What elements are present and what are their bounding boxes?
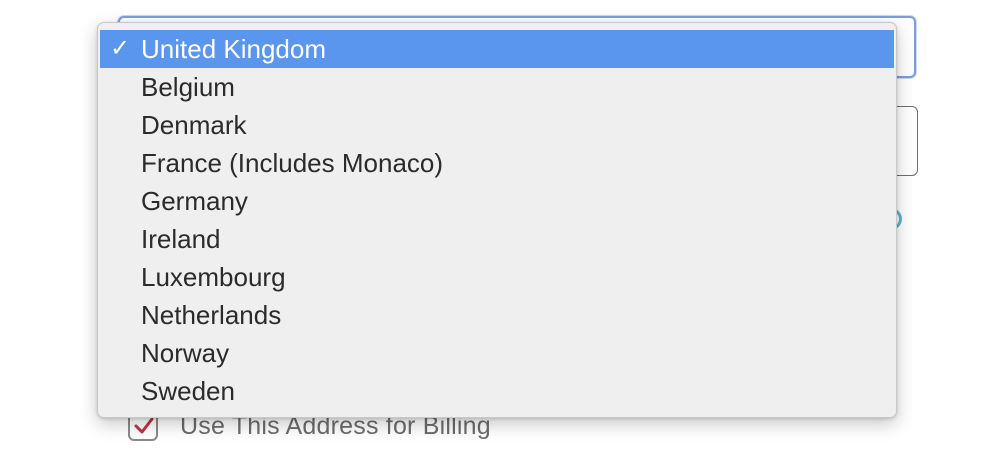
dropdown-option-luxembourg[interactable]: Luxembourg xyxy=(98,258,896,296)
option-label: Germany xyxy=(141,186,248,216)
checkmark-icon: ✓ xyxy=(110,35,131,62)
option-label: Netherlands xyxy=(141,300,282,330)
country-dropdown-menu[interactable]: ✓ United Kingdom Belgium Denmark France … xyxy=(97,22,897,418)
dropdown-option-netherlands[interactable]: Netherlands xyxy=(98,296,896,334)
option-label: Denmark xyxy=(141,110,247,140)
option-label: Luxembourg xyxy=(141,262,286,292)
option-label: Norway xyxy=(141,338,230,368)
checkout-page: Use This Address for Billing ✓ United Ki… xyxy=(0,0,984,464)
dropdown-option-belgium[interactable]: Belgium xyxy=(98,68,896,106)
option-label: Ireland xyxy=(141,224,221,254)
dropdown-option-ireland[interactable]: Ireland xyxy=(98,220,896,258)
dropdown-option-norway[interactable]: Norway xyxy=(98,334,896,372)
dropdown-option-france[interactable]: France (Includes Monaco) xyxy=(98,144,896,182)
option-label: United Kingdom xyxy=(141,34,326,64)
dropdown-option-germany[interactable]: Germany xyxy=(98,182,896,220)
dropdown-option-sweden[interactable]: Sweden xyxy=(98,372,896,410)
option-label: France (Includes Monaco) xyxy=(141,148,444,178)
dropdown-option-united-kingdom[interactable]: ✓ United Kingdom xyxy=(100,30,894,68)
option-label: Sweden xyxy=(141,376,235,406)
option-label: Belgium xyxy=(141,72,235,102)
dropdown-option-denmark[interactable]: Denmark xyxy=(98,106,896,144)
